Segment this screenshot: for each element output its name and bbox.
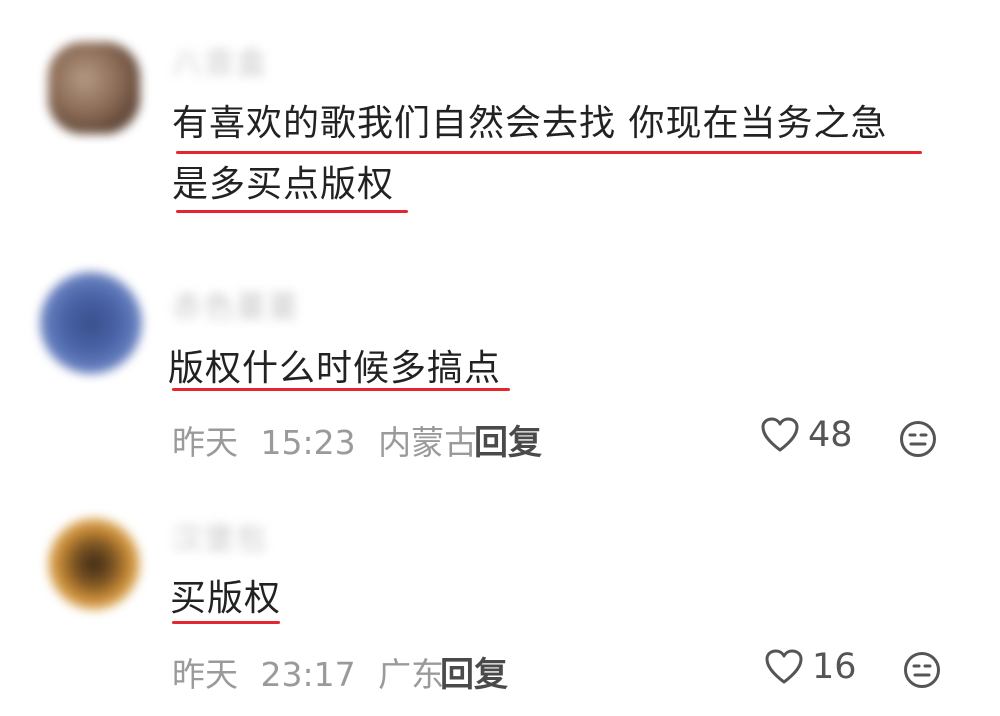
comment-text-line: 买版权 [170,578,282,619]
neutral-face-icon [902,650,942,690]
like-button[interactable]: 48 [760,415,853,455]
comment-location: 广东 [378,655,445,694]
username[interactable]: 汉堡包 [172,514,268,558]
like-count: 16 [812,647,857,687]
avatar[interactable] [48,518,140,610]
comment-text-line: 是多买点版权 [172,164,395,205]
highlight-underline [172,388,510,391]
username[interactable]: 赤色蔓蔓 [172,282,300,326]
comment-text-line: 有喜欢的歌我们自然会去找 你现在当务之急 [172,103,888,144]
comment-meta: 昨天 23:17 广东 [172,648,444,696]
comment-date: 昨天 [172,655,238,694]
reply-button[interactable]: 回复 [440,647,508,696]
highlight-underline [176,151,922,154]
avatar[interactable] [40,272,142,374]
username[interactable]: 八音盒 [172,38,268,82]
comment-text-line: 版权什么时候多搞点 [168,348,502,389]
highlight-underline [176,210,408,213]
heart-outline-icon [760,416,800,454]
like-button[interactable]: 16 [764,647,857,687]
heart-outline-icon [764,648,804,686]
reply-button[interactable]: 回复 [474,415,542,464]
comment-location: 内蒙古 [378,423,478,462]
comment-time: 23:17 [260,655,356,694]
avatar[interactable] [48,42,140,134]
like-count: 48 [808,415,853,455]
comment-date: 昨天 [172,423,238,462]
comment-meta: 昨天 15:23 内蒙古 [172,416,477,464]
dislike-button[interactable] [902,650,942,690]
dislike-button[interactable] [898,419,938,459]
comment-time: 15:23 [260,423,356,462]
highlight-underline [172,621,280,624]
neutral-face-icon [898,419,938,459]
